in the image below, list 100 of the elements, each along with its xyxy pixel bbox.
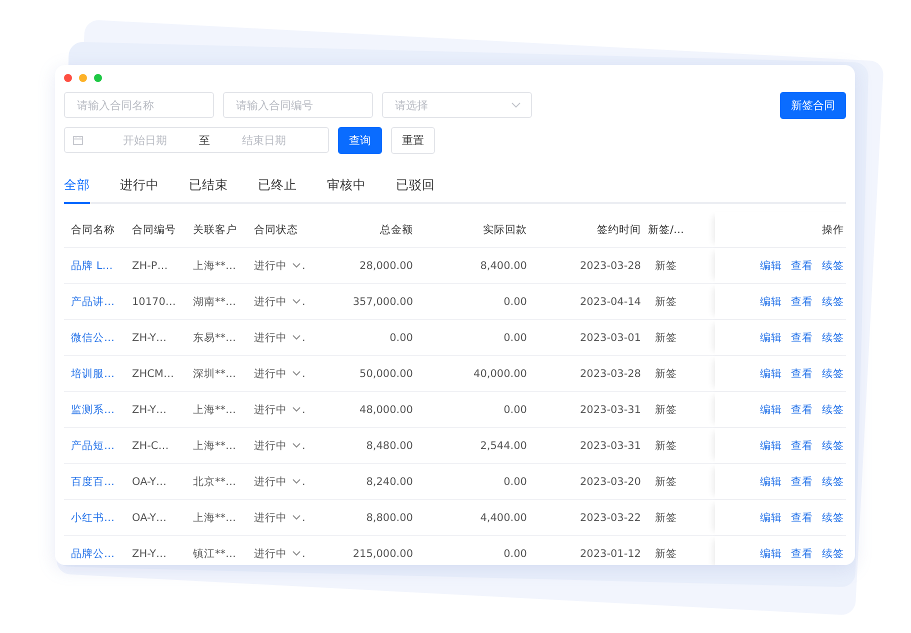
action-link[interactable]: 续签 [822, 402, 844, 416]
table-cell-text: 8,240.00 [365, 476, 413, 488]
status-value[interactable]: 进行中 [254, 366, 287, 380]
contract-name-link[interactable]: 产品讲… [64, 294, 125, 308]
contract-name-link[interactable]: 小红书… [64, 510, 125, 524]
action-link[interactable]: 查看 [791, 402, 813, 416]
query-button[interactable]: 查询 [338, 126, 382, 154]
contract-number-field[interactable]: 请输入合同编号 [223, 92, 373, 118]
action-link[interactable]: 查看 [791, 330, 813, 344]
action-link[interactable]: 续签 [822, 510, 844, 524]
table-cell-text: 新签 [654, 402, 678, 416]
action-link[interactable]: 查看 [791, 258, 813, 272]
action-link[interactable]: 查看 [791, 510, 813, 524]
reset-button[interactable]: 重置 [391, 126, 435, 154]
contract-name-link[interactable]: 产品短… [64, 438, 125, 452]
table-cell: . [302, 476, 306, 488]
action-link[interactable]: 续签 [822, 474, 844, 488]
table-cell-text: 2,544.00 [479, 440, 527, 452]
chevron-down-icon[interactable] [292, 371, 301, 376]
chevron-down-icon[interactable] [292, 407, 301, 412]
status-value[interactable]: 进行中 [254, 258, 287, 272]
contract-name-link[interactable]: 微信公… [64, 330, 125, 344]
table-cell: . [302, 548, 306, 560]
table-cell-text: 0.00 [502, 404, 527, 416]
chevron-down-icon [511, 102, 521, 108]
table-cell-text: ZH-Y… [131, 332, 168, 344]
action-link[interactable]: 编辑 [760, 474, 782, 488]
status-tab[interactable]: 审核中 [327, 175, 366, 204]
table-cell-text: 新签 [654, 546, 678, 560]
action-link[interactable]: 编辑 [760, 438, 782, 452]
table-cell: . [302, 368, 306, 380]
column-header: 操作 [715, 212, 852, 247]
column-header: 合同编号 [131, 222, 177, 236]
contract-name-link[interactable]: 监测系… [64, 402, 125, 416]
action-link[interactable]: 编辑 [760, 330, 782, 344]
action-link[interactable]: 查看 [791, 366, 813, 380]
status-tab[interactable]: 已驳回 [396, 175, 435, 204]
chevron-down-icon[interactable] [292, 479, 301, 484]
action-link[interactable]: 查看 [791, 294, 813, 308]
window-control-icon[interactable] [79, 74, 87, 82]
action-link[interactable]: 编辑 [760, 366, 782, 380]
date-range-field[interactable]: 开始日期 至 结束日期 [64, 127, 329, 153]
status-tab[interactable]: 全部 [64, 175, 90, 204]
action-link[interactable]: 查看 [791, 474, 813, 488]
table-cell-text: ZH-Y… [131, 548, 168, 560]
status-value[interactable]: 进行中 [254, 438, 287, 452]
column-header: 签约时间 [596, 222, 641, 236]
action-link[interactable]: 编辑 [760, 402, 782, 416]
status-value[interactable]: 进行中 [254, 294, 287, 308]
column-header: 关联客户 [192, 222, 238, 236]
action-link[interactable]: 续签 [822, 258, 844, 272]
table-cell-text: 0.00 [502, 476, 527, 488]
column-header: 合同状态 [253, 222, 299, 236]
status-value[interactable]: 进行中 [254, 510, 287, 524]
table-cell-text: 48,000.00 [358, 404, 413, 416]
action-link[interactable]: 续签 [822, 294, 844, 308]
status-tab[interactable]: 已结束 [189, 175, 228, 204]
table-cell-text: 10170… [131, 296, 177, 308]
action-link[interactable]: 续签 [822, 366, 844, 380]
chevron-down-icon[interactable] [292, 515, 301, 520]
table-cell-text: 4,400.00 [479, 512, 527, 524]
table-cell-text: 镇江**… [192, 546, 237, 560]
contract-name-link[interactable]: 品牌 L… [64, 258, 125, 272]
table-cell-text: 357,000.00 [352, 296, 413, 308]
chevron-down-icon[interactable] [292, 263, 301, 268]
table-cell-text: 0.00 [502, 296, 527, 308]
action-link[interactable]: 续签 [822, 546, 844, 560]
action-link[interactable]: 续签 [822, 438, 844, 452]
action-link[interactable]: 编辑 [760, 294, 782, 308]
status-value[interactable]: 进行中 [254, 402, 287, 416]
contract-name-field[interactable]: 请输入合同名称 [64, 92, 214, 118]
action-link[interactable]: 编辑 [760, 258, 782, 272]
status-tab[interactable]: 已终止 [258, 175, 297, 204]
status-value[interactable]: 进行中 [254, 474, 287, 488]
chevron-down-icon[interactable] [292, 335, 301, 340]
window-control-icon[interactable] [94, 74, 102, 82]
window-control-icon[interactable] [64, 74, 72, 82]
action-link[interactable]: 查看 [791, 546, 813, 560]
action-link[interactable]: 编辑 [760, 546, 782, 560]
action-link[interactable]: 查看 [791, 438, 813, 452]
table-cell-text: OA-Y… [131, 476, 168, 488]
table-cell-text: 新签 [654, 330, 678, 344]
chevron-down-icon[interactable] [292, 551, 301, 556]
action-link[interactable]: 续签 [822, 330, 844, 344]
chevron-down-icon[interactable] [292, 299, 301, 304]
table-cell: . [302, 440, 306, 452]
table-cell-text: 新签 [654, 294, 678, 308]
table-cell-text: 2023-03-20 [578, 476, 641, 488]
status-tab[interactable]: 进行中 [120, 175, 159, 204]
contract-name-link[interactable]: 培训服… [64, 366, 125, 380]
contract-name-link[interactable]: 品牌公… [64, 546, 125, 560]
chevron-down-icon[interactable] [292, 443, 301, 448]
table-cell-text: 2023-03-31 [578, 440, 641, 452]
new-contract-button[interactable]: 新签合同 [780, 92, 846, 118]
contract-name-link[interactable]: 百度百… [64, 474, 125, 488]
action-link[interactable]: 编辑 [760, 510, 782, 524]
status-value[interactable]: 进行中 [254, 546, 287, 560]
table-cell-text: 上海**… [192, 402, 237, 416]
status-value[interactable]: 进行中 [254, 330, 287, 344]
table-cell-text: 新签 [654, 258, 678, 272]
